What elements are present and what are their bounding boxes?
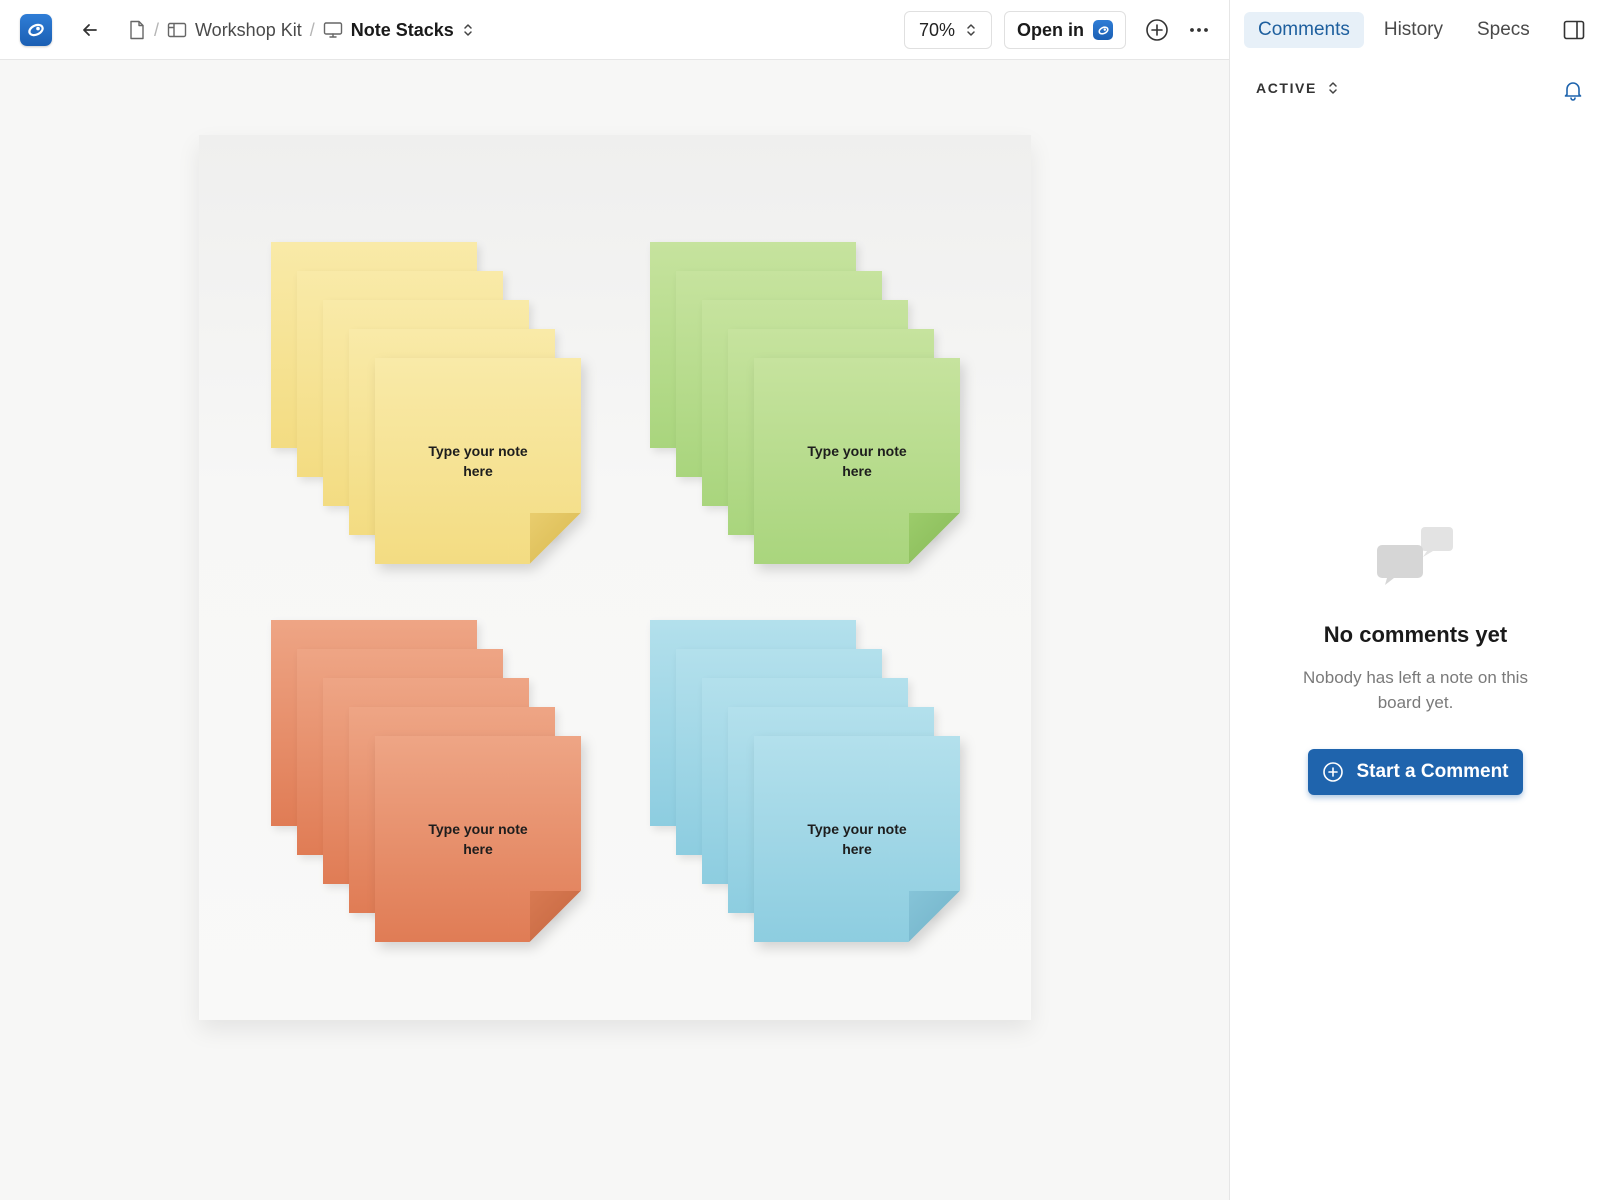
comment-filter-select[interactable]: ACTIVE [1256,80,1339,96]
bell-icon [1562,79,1584,101]
chevron-up-down-icon [1327,80,1339,96]
breadcrumb-separator: / [154,19,160,40]
start-comment-button[interactable]: Start a Comment [1308,749,1523,795]
notifications-button[interactable] [1562,79,1584,101]
zoom-select[interactable]: 70% [904,11,992,49]
canvas[interactable]: Type your note here Type your note here … [0,60,1229,1200]
back-button[interactable] [76,16,104,44]
breadcrumb-item-workshop-kit[interactable]: Workshop Kit [167,20,302,41]
more-horizontal-icon [1186,17,1212,43]
tab-specs[interactable]: Specs [1463,12,1544,48]
chevron-up-down-icon [462,22,474,38]
empty-state-title: No comments yet [1323,622,1508,647]
tab-comments[interactable]: Comments [1244,12,1364,48]
sticky-note-top[interactable]: Type your note here [754,358,960,564]
panel-tabs: Comments History Specs [1244,12,1544,48]
sticky-note-top[interactable]: Type your note here [754,736,960,942]
tab-history[interactable]: History [1370,12,1457,48]
board-frame[interactable]: Type your note here Type your note here … [199,135,1031,1020]
sidebar-toggle-icon [1562,18,1586,42]
app-logo-icon[interactable] [20,14,52,46]
plus-circle-icon [1144,17,1170,43]
breadcrumb-item-note-stacks[interactable]: Note Stacks [323,20,474,41]
monitor-icon [323,21,343,39]
note-stack-blue[interactable]: Type your note here [650,620,962,942]
breadcrumb: / Workshop Kit / Note Stacks [128,16,474,44]
board-icon [167,21,187,39]
breadcrumb-item-label: Workshop Kit [195,19,302,40]
chat-bubbles-icon [1377,527,1453,585]
arrow-left-icon [80,20,100,40]
note-stack-orange[interactable]: Type your note here [271,620,583,942]
top-toolbar: / Workshop Kit / Note Stacks 70% Open in [0,0,1229,60]
note-text[interactable]: Type your note here [754,736,960,942]
more-options-button[interactable] [1186,17,1212,43]
filter-label: ACTIVE [1256,80,1317,96]
file-icon [128,20,146,40]
start-comment-label: Start a Comment [1356,761,1509,782]
empty-state-description: Nobody has left a note on this board yet… [1303,668,1528,712]
breadcrumb-file[interactable] [128,20,146,40]
zoom-value: 70% [918,19,956,40]
plus-circle-icon [1322,761,1344,783]
note-text[interactable]: Type your note here [375,736,581,942]
note-text[interactable]: Type your note here [375,358,581,564]
add-button[interactable] [1144,17,1170,43]
note-stack-green[interactable]: Type your note here [650,242,962,564]
app-logo-icon [1093,20,1113,40]
sticky-note-top[interactable]: Type your note here [375,736,581,942]
sticky-note-top[interactable]: Type your note here [375,358,581,564]
note-stack-yellow[interactable]: Type your note here [271,242,583,564]
chevron-up-down-icon [965,22,977,38]
breadcrumb-current-label: Note Stacks [350,19,454,40]
breadcrumb-separator: / [309,19,315,40]
open-in-label: Open in [1017,19,1084,40]
note-text[interactable]: Type your note here [754,358,960,564]
toggle-panel-button[interactable] [1562,18,1586,42]
open-in-app-button[interactable]: Open in [1004,11,1126,49]
comments-panel: Comments History Specs ACTIVE No comment… [1229,0,1600,1200]
